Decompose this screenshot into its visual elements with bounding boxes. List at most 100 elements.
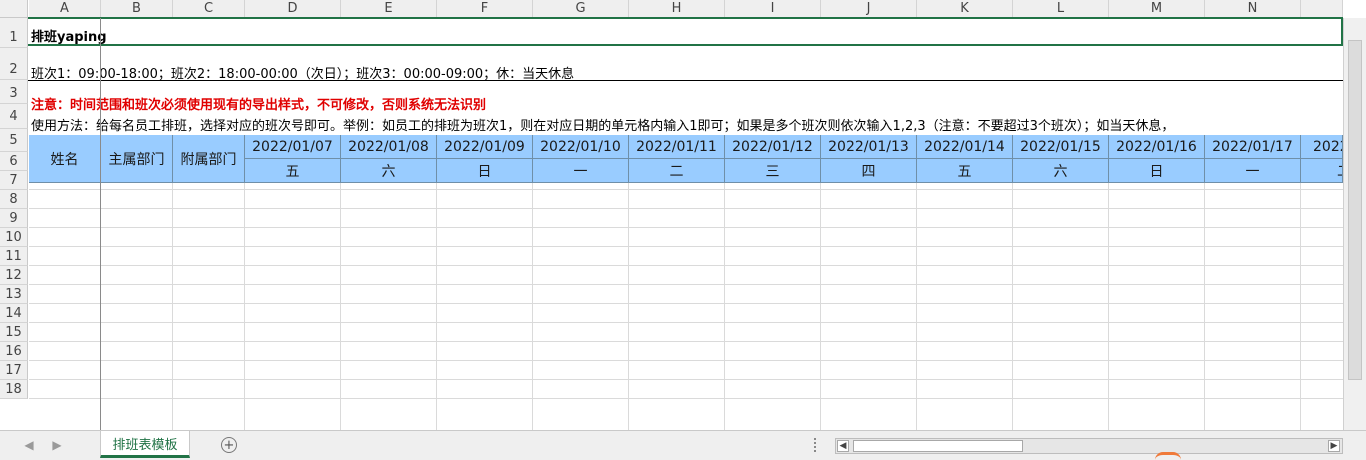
column-gridline	[172, 152, 173, 430]
column-gridline	[916, 152, 917, 430]
row-header-15[interactable]: 15	[0, 323, 28, 342]
row-header-5[interactable]: 5	[0, 129, 28, 152]
header-weekday[interactable]: 二	[629, 159, 725, 183]
row-gridline	[29, 189, 1343, 190]
column-header-b[interactable]: B	[101, 0, 173, 18]
column-header-m[interactable]: M	[1109, 0, 1205, 18]
column-gridline	[1204, 152, 1205, 430]
resize-grip	[1155, 452, 1181, 460]
add-sheet-button[interactable]: +	[221, 437, 237, 453]
column-header-a[interactable]: A	[29, 0, 101, 18]
header-weekday[interactable]: 五	[245, 159, 341, 183]
header-date[interactable]: 2022/01/12	[725, 135, 821, 159]
row-header-16[interactable]: 16	[0, 342, 28, 361]
header-weekday[interactable]: 六	[1013, 159, 1109, 183]
row-gridline	[29, 322, 1343, 323]
horizontal-scroll-thumb[interactable]	[853, 440, 1023, 452]
header-sub-dept[interactable]: 附属部门	[173, 135, 245, 183]
row-gridline	[29, 265, 1343, 266]
row-header-2[interactable]: 2	[0, 48, 28, 80]
row-gridline	[29, 379, 1343, 380]
horizontal-scrollbar[interactable]: ◀ ▶	[835, 438, 1343, 454]
column-header-k[interactable]: K	[917, 0, 1013, 18]
header-weekday[interactable]: 日	[437, 159, 533, 183]
header-weekday[interactable]: 六	[341, 159, 437, 183]
column-header-g[interactable]: G	[533, 0, 629, 18]
row-header-6[interactable]: 6	[0, 152, 28, 171]
scroll-right-icon[interactable]: ▶	[1328, 440, 1340, 452]
header-weekday[interactable]: 一	[533, 159, 629, 183]
vertical-scrollbar[interactable]	[1343, 18, 1366, 430]
column-gridline	[820, 152, 821, 430]
select-all-corner[interactable]	[0, 0, 28, 18]
row-gridline	[29, 227, 1343, 228]
column-gridline	[244, 152, 245, 430]
column-gridline	[436, 152, 437, 430]
row-header-13[interactable]: 13	[0, 285, 28, 304]
header-date[interactable]: 2022/01/08	[341, 135, 437, 159]
column-header-i[interactable]: I	[725, 0, 821, 18]
row-header-4[interactable]: 4	[0, 104, 28, 129]
column-header-c[interactable]: C	[173, 0, 245, 18]
header-date[interactable]: 2022/01/18	[1301, 135, 1343, 159]
header-weekday[interactable]: 日	[1109, 159, 1205, 183]
column-gridline	[1012, 152, 1013, 430]
header-name[interactable]: 姓名	[29, 135, 101, 183]
header-weekday[interactable]: 二	[1301, 159, 1343, 183]
header-date[interactable]: 2022/01/07	[245, 135, 341, 159]
cell-usage[interactable]: 使用方法：给每名员工排班，选择对应的班次号即可。举例：如员工的排班为班次1，则在…	[31, 115, 1343, 134]
header-date[interactable]: 2022/01/15	[1013, 135, 1109, 159]
header-date[interactable]: 2022/01/10	[533, 135, 629, 159]
row-header-11[interactable]: 11	[0, 247, 28, 266]
scroll-left-icon[interactable]: ◀	[837, 440, 849, 452]
header-date[interactable]: 2022/01/17	[1205, 135, 1301, 159]
column-header-overflow[interactable]	[1301, 0, 1343, 18]
header-weekday[interactable]: 四	[821, 159, 917, 183]
row-header-18[interactable]: 18	[0, 380, 28, 399]
row-header-14[interactable]: 14	[0, 304, 28, 323]
header-weekday[interactable]: 三	[725, 159, 821, 183]
column-gridline	[724, 152, 725, 430]
column-header-f[interactable]: F	[437, 0, 533, 18]
row-header-10[interactable]: 10	[0, 228, 28, 247]
row-gridline	[29, 303, 1343, 304]
row-gridline	[29, 246, 1343, 247]
column-gridline	[628, 152, 629, 430]
header-date[interactable]: 2022/01/16	[1109, 135, 1205, 159]
column-gridline	[532, 152, 533, 430]
prev-sheet-arrow-icon[interactable]: ◀	[22, 437, 36, 453]
header-date[interactable]: 2022/01/09	[437, 135, 533, 159]
column-header-d[interactable]: D	[245, 0, 341, 18]
column-header-h[interactable]: H	[629, 0, 725, 18]
column-header-e[interactable]: E	[341, 0, 437, 18]
row-header-3[interactable]: 3	[0, 80, 28, 104]
vertical-scroll-thumb[interactable]	[1348, 40, 1362, 380]
column-header-n[interactable]: N	[1205, 0, 1301, 18]
row-header-17[interactable]: 17	[0, 361, 28, 380]
row-header-9[interactable]: 9	[0, 209, 28, 228]
header-date[interactable]: 2022/01/14	[917, 135, 1013, 159]
tab-split-dots[interactable]	[814, 438, 817, 452]
header-weekday[interactable]: 一	[1205, 159, 1301, 183]
sheet-tab-schedule-template[interactable]: 排班表模板	[100, 431, 190, 458]
column-gridline	[1300, 152, 1301, 430]
freeze-pane-line	[100, 18, 101, 430]
header-date[interactable]: 2022/01/13	[821, 135, 917, 159]
header-weekday[interactable]: 五	[917, 159, 1013, 183]
column-header-l[interactable]: L	[1013, 0, 1109, 18]
column-gridline	[1108, 152, 1109, 430]
row-gridline	[29, 284, 1343, 285]
row-header-12[interactable]: 12	[0, 266, 28, 285]
row-gridline	[29, 398, 1343, 399]
title-row-border	[28, 17, 1343, 46]
row-gridline	[29, 208, 1343, 209]
column-header-j[interactable]: J	[821, 0, 917, 18]
row-header-7[interactable]: 7	[0, 171, 28, 190]
next-sheet-arrow-icon[interactable]: ▶	[50, 437, 64, 453]
header-date[interactable]: 2022/01/11	[629, 135, 725, 159]
shifts-row-border	[28, 80, 1343, 81]
header-main-dept[interactable]: 主属部门	[101, 135, 173, 183]
row-header-8[interactable]: 8	[0, 190, 28, 209]
column-gridline	[340, 152, 341, 430]
row-header-1[interactable]: 1	[0, 18, 28, 48]
